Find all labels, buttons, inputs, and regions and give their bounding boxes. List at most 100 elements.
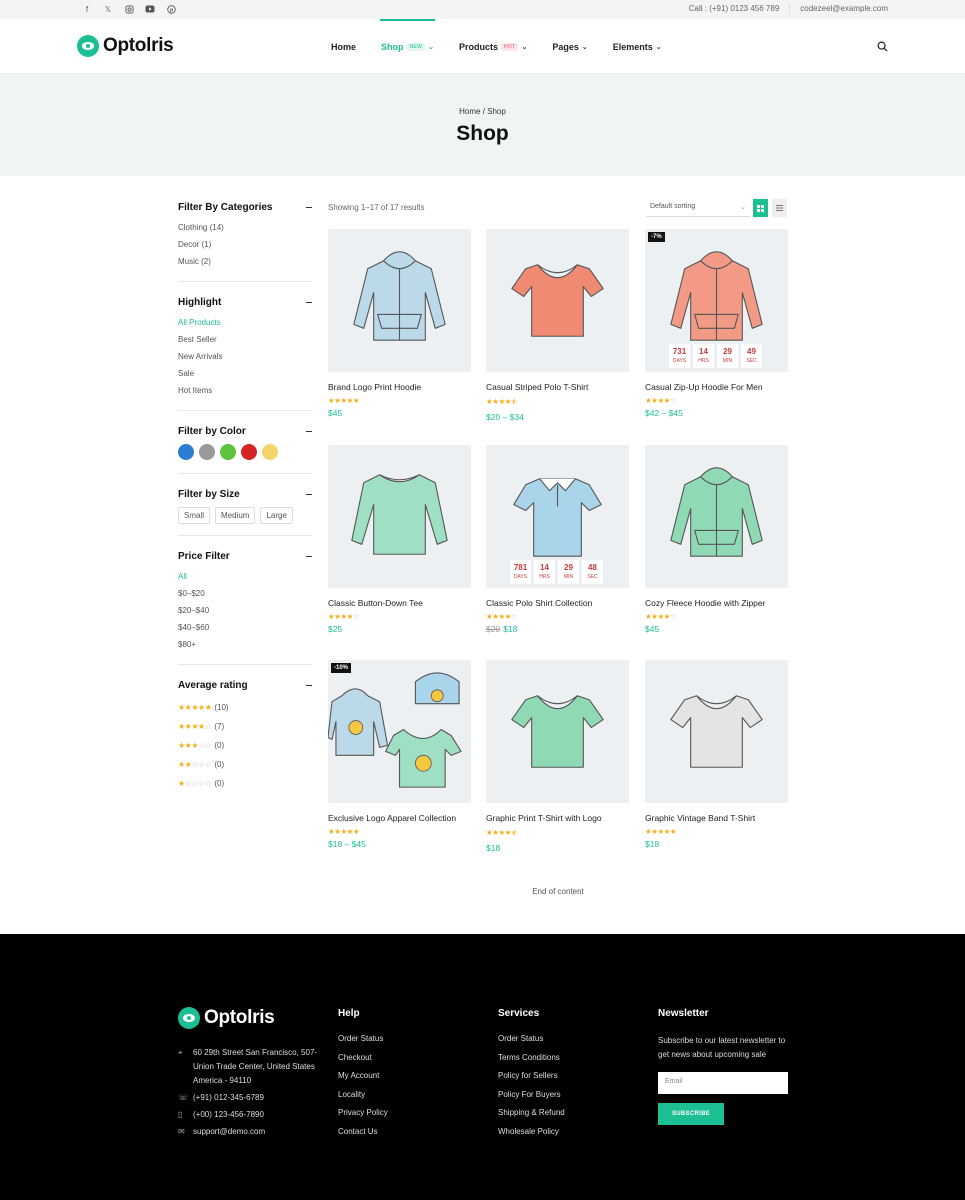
nav-shop[interactable]: Shop NEW ⌄ bbox=[380, 19, 435, 74]
site-logo[interactable]: Optolris bbox=[77, 35, 174, 57]
nav-elements[interactable]: Elements ⌄ bbox=[613, 19, 662, 74]
product-card[interactable]: Brand Logo Print Hoodie ★★★★★ $45 bbox=[328, 229, 471, 418]
collapse-icon[interactable] bbox=[306, 494, 312, 496]
rating-filter-row[interactable]: ★★★☆☆ (0) bbox=[178, 736, 312, 755]
product-price: $18 – $45 bbox=[328, 839, 471, 849]
color-swatch[interactable] bbox=[262, 444, 278, 461]
top-email[interactable]: codezeel@example.com bbox=[800, 4, 888, 15]
nav-home[interactable]: Home bbox=[331, 19, 356, 74]
collapse-icon[interactable] bbox=[306, 207, 312, 208]
instagram-icon[interactable] bbox=[124, 4, 134, 14]
highlight-item[interactable]: New Arrivals bbox=[178, 349, 312, 366]
product-image[interactable] bbox=[486, 660, 629, 803]
product-name[interactable]: Casual Zip-Up Hoodie For Men bbox=[645, 382, 788, 392]
product-name[interactable]: Exclusive Logo Apparel Collection bbox=[328, 813, 471, 823]
highlight-item[interactable]: Sale bbox=[178, 366, 312, 383]
footer-link[interactable]: Checkout bbox=[338, 1053, 388, 1072]
footer-link[interactable]: Policy for Sellers bbox=[498, 1071, 565, 1090]
list-view-button[interactable] bbox=[772, 199, 787, 217]
youtube-icon[interactable] bbox=[145, 4, 155, 14]
highlight-item[interactable]: Best Seller bbox=[178, 332, 312, 349]
sale-countdown: 781 DAYS 14 HRS 29 MIN 48 SEC bbox=[510, 560, 603, 584]
product-card[interactable]: 781 DAYS 14 HRS 29 MIN 48 SEC Classic Polo Shirt… bbox=[486, 445, 629, 634]
rating-filter-row[interactable]: ★★★★★ (10) bbox=[178, 698, 312, 717]
category-item[interactable]: Decor (1) bbox=[178, 237, 312, 254]
color-swatch[interactable] bbox=[199, 444, 215, 461]
footer-link[interactable]: Order Status bbox=[338, 1034, 388, 1053]
product-name[interactable]: Cozy Fleece Hoodie with Zipper bbox=[645, 598, 788, 608]
product-name[interactable]: Brand Logo Print Hoodie bbox=[328, 382, 471, 392]
collapse-icon[interactable] bbox=[306, 431, 312, 433]
rating-filter-row[interactable]: ★★☆☆☆ (0) bbox=[178, 755, 312, 774]
price-item[interactable]: All bbox=[178, 569, 312, 586]
product-image[interactable]: -10% bbox=[328, 660, 471, 803]
grid-view-button[interactable] bbox=[753, 199, 768, 217]
price-item[interactable]: $80+ bbox=[178, 637, 312, 654]
product-image[interactable] bbox=[486, 229, 629, 372]
list-icon bbox=[776, 205, 783, 211]
color-swatch[interactable] bbox=[220, 444, 236, 461]
product-card[interactable]: Graphic Vintage Band T-Shirt ★★★★★ $18 bbox=[645, 660, 788, 849]
collapse-icon[interactable] bbox=[306, 685, 312, 687]
email-field[interactable]: Email bbox=[658, 1072, 788, 1094]
footer-link[interactable]: Locality bbox=[338, 1090, 388, 1109]
nav-pages[interactable]: Pages ⌄ bbox=[552, 19, 587, 74]
rating-filter-row[interactable]: ★☆☆☆☆ (0) bbox=[178, 774, 312, 793]
product-name[interactable]: Graphic Vintage Band T-Shirt bbox=[645, 813, 788, 823]
price-item[interactable]: $20–$40 bbox=[178, 603, 312, 620]
collapse-icon[interactable] bbox=[306, 302, 312, 304]
product-card[interactable]: -10% Exclusive Logo Apparel Collection ★★★… bbox=[328, 660, 471, 849]
category-item[interactable]: Clothing (14) bbox=[178, 220, 312, 237]
x-icon[interactable]: 𝕏 bbox=[103, 4, 113, 14]
product-name[interactable]: Classic Button-Down Tee bbox=[328, 598, 471, 608]
footer-link[interactable]: Order Status bbox=[498, 1034, 565, 1053]
color-swatch[interactable] bbox=[241, 444, 257, 461]
breadcrumb[interactable]: Home / Shop bbox=[0, 107, 965, 116]
nav-products[interactable]: Products HOT ⌄ bbox=[459, 19, 527, 74]
price-item[interactable]: $40–$60 bbox=[178, 620, 312, 637]
product-card[interactable]: Cozy Fleece Hoodie with Zipper ★★★★☆ $45 bbox=[645, 445, 788, 634]
size-medium[interactable]: Medium bbox=[215, 507, 256, 525]
highlight-item[interactable]: All Products bbox=[178, 315, 312, 332]
price-item[interactable]: $0–$20 bbox=[178, 586, 312, 603]
highlight-item[interactable]: Hot Items bbox=[178, 383, 312, 400]
product-card[interactable]: Classic Button-Down Tee ★★★★☆ $25 bbox=[328, 445, 471, 634]
product-image[interactable]: 781 DAYS 14 HRS 29 MIN 48 SEC bbox=[486, 445, 629, 588]
product-image[interactable] bbox=[328, 229, 471, 372]
footer-link[interactable]: My Account bbox=[338, 1071, 388, 1090]
color-swatch[interactable] bbox=[178, 444, 194, 461]
highlight-widget: Highlight All Products Best Seller New A… bbox=[178, 295, 312, 412]
collapse-icon[interactable] bbox=[306, 556, 312, 558]
footer-link[interactable]: Wholesale Policy bbox=[498, 1127, 565, 1146]
rating-filter-row[interactable]: ★★★★☆ (7) bbox=[178, 717, 312, 736]
product-image[interactable] bbox=[328, 445, 471, 588]
product-name[interactable]: Casual Striped Polo T-Shirt bbox=[486, 382, 629, 392]
product-name[interactable]: Graphic Print T-Shirt with Logo bbox=[486, 813, 629, 823]
footer-link[interactable]: Shipping & Refund bbox=[498, 1108, 565, 1127]
product-card[interactable]: Graphic Print T-Shirt with Logo ★★★★⯪ $18 bbox=[486, 660, 629, 853]
product-image[interactable]: -7% 731 DAYS 14 HRS 29 MIN 49 SEC bbox=[645, 229, 788, 372]
product-name[interactable]: Classic Polo Shirt Collection bbox=[486, 598, 629, 608]
countdown-unit: 731 DAYS bbox=[669, 344, 690, 368]
sort-select[interactable]: Default sorting ⌄ bbox=[646, 199, 750, 217]
footer-logo[interactable]: Optolris bbox=[178, 1007, 275, 1029]
product-card[interactable]: -7% 731 DAYS 14 HRS 29 MIN 49 SEC Casual Zip-Up H… bbox=[645, 229, 788, 418]
footer-link[interactable]: Contact Us bbox=[338, 1127, 388, 1146]
footer-link[interactable]: Policy For Buyers bbox=[498, 1090, 565, 1109]
size-small[interactable]: Small bbox=[178, 507, 211, 525]
product-card[interactable]: Casual Striped Polo T-Shirt ★★★★⯪ $20 – $3… bbox=[486, 229, 629, 422]
search-icon[interactable] bbox=[877, 41, 888, 52]
subscribe-button[interactable]: SUBSCRIBE bbox=[658, 1103, 724, 1125]
size-large[interactable]: Large bbox=[260, 507, 293, 525]
product-image[interactable] bbox=[645, 445, 788, 588]
pinterest-icon[interactable]: p bbox=[166, 4, 176, 14]
star-rating: ★★★★★ bbox=[178, 703, 212, 713]
footer-email[interactable]: support@demo.com bbox=[193, 1125, 265, 1139]
category-item[interactable]: Music (2) bbox=[178, 254, 312, 271]
product-image[interactable] bbox=[645, 660, 788, 803]
countdown-label: MIN bbox=[563, 574, 574, 580]
footer-link[interactable]: Privacy Policy bbox=[338, 1108, 388, 1127]
facebook-icon[interactable]: f bbox=[82, 4, 92, 14]
footer-link[interactable]: Terms Conditions bbox=[498, 1053, 565, 1072]
discount-badge: -10% bbox=[331, 663, 352, 673]
